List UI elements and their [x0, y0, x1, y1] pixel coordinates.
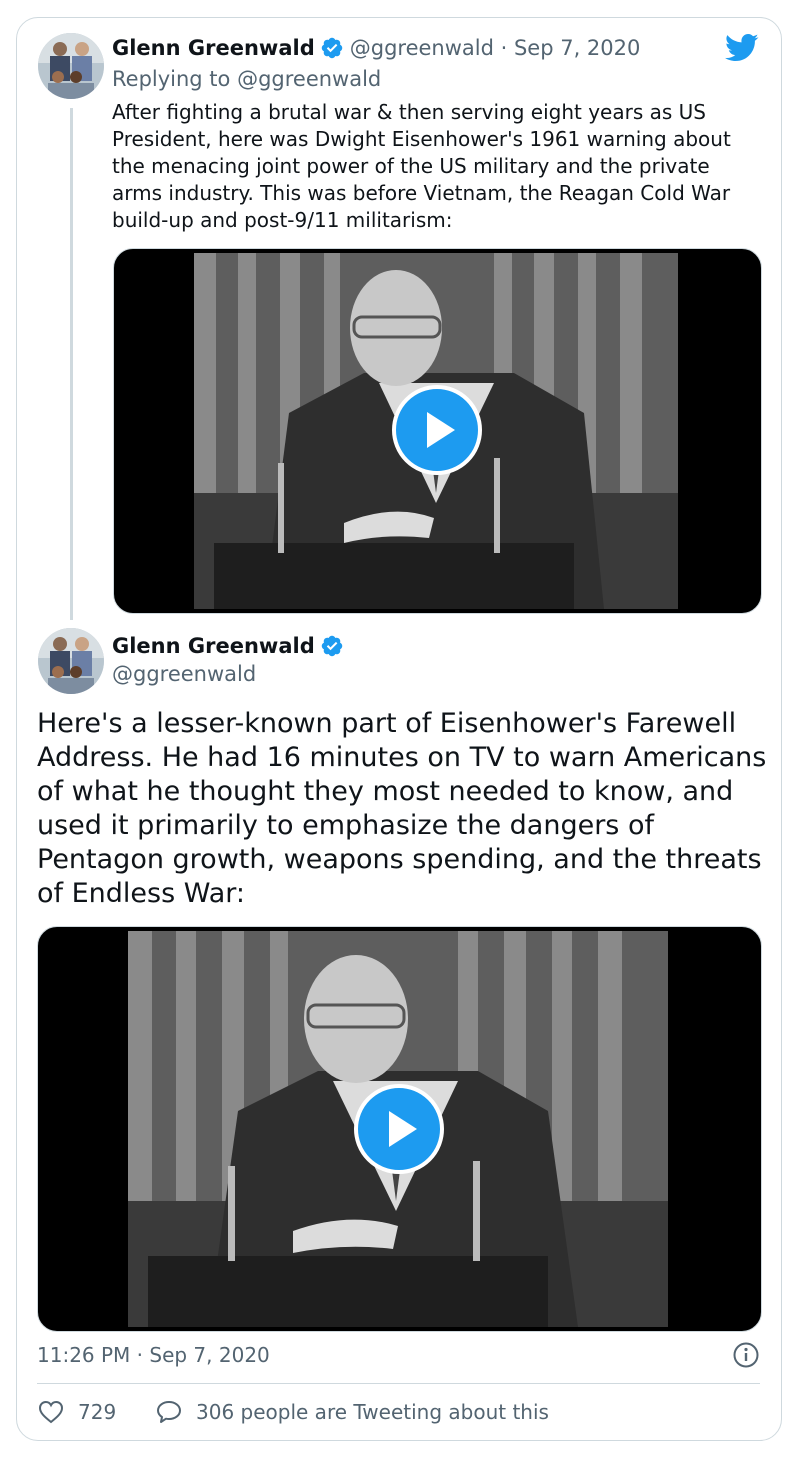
tweet2-text: Here's a lesser-known part of Eisenhower… — [37, 708, 767, 909]
avatar[interactable] — [38, 628, 104, 694]
divider — [37, 1383, 760, 1384]
replying-to[interactable]: Replying to @ggreenwald — [112, 67, 381, 91]
tweet1-author-row: Glenn Greenwald @ggreenwald · Sep 7, 202… — [112, 36, 640, 60]
speech-bubble-icon — [157, 1401, 181, 1423]
heart-icon — [38, 1400, 64, 1424]
play-button[interactable] — [354, 1084, 444, 1174]
thread-line — [70, 108, 73, 620]
twitter-bird-icon[interactable] — [725, 33, 759, 63]
tweet1-text: After fighting a brutal war & then servi… — [112, 100, 731, 232]
verified-badge-icon — [321, 37, 342, 59]
tweet-timestamp[interactable]: 11:26 PM · Sep 7, 2020 — [37, 1343, 270, 1367]
author-name[interactable]: Glenn Greenwald — [112, 36, 315, 60]
like-count: 729 — [78, 1400, 117, 1424]
video-player[interactable] — [113, 248, 762, 614]
handle[interactable]: @ggreenwald — [112, 662, 256, 686]
play-icon — [389, 1111, 417, 1147]
play-icon — [427, 412, 455, 448]
conversation-text: 306 people are Tweeting about this — [196, 1400, 549, 1424]
conversation-action[interactable]: 306 people are Tweeting about this — [156, 1400, 549, 1424]
video-player[interactable] — [37, 926, 762, 1332]
info-icon[interactable] — [733, 1342, 759, 1368]
tweet2-author-row: Glenn Greenwald — [112, 634, 344, 658]
play-button[interactable] — [392, 385, 482, 475]
like-action[interactable]: 729 — [38, 1400, 116, 1424]
verified-badge-icon — [321, 635, 342, 657]
author-name[interactable]: Glenn Greenwald — [112, 634, 315, 658]
handle-and-date[interactable]: @ggreenwald · Sep 7, 2020 — [350, 36, 641, 60]
avatar[interactable] — [38, 33, 104, 99]
